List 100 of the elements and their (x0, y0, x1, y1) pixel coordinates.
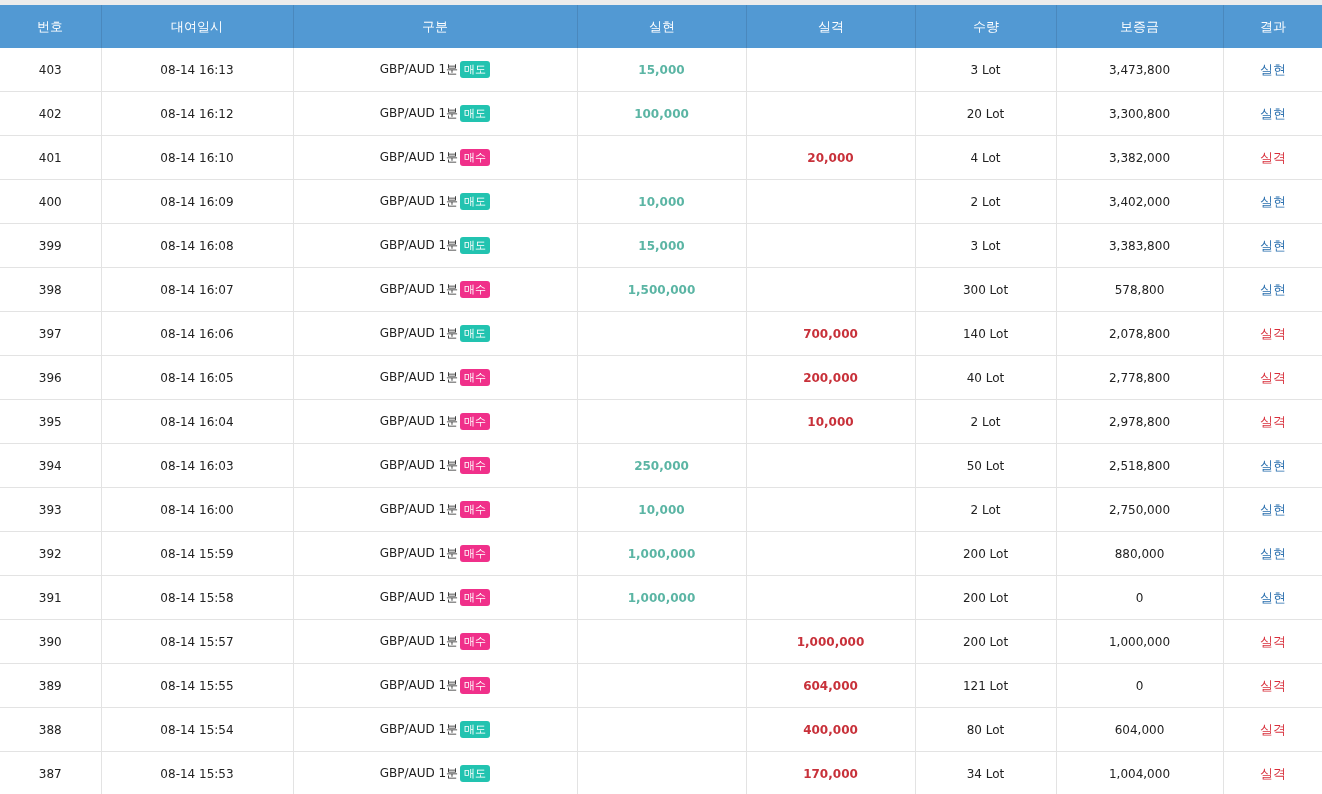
table-cell: 4 Lot (970, 150, 1001, 165)
side-badge: 매수 (460, 457, 491, 474)
product-label: GBP/AUD 1분 (379, 370, 459, 384)
profit-amount: 250,000 (634, 458, 689, 473)
table-cell: 1,000,000 (1108, 634, 1171, 649)
product-label: GBP/AUD 1분 (379, 546, 459, 560)
result-label: 실현 (1259, 457, 1286, 473)
table-cell: 200 Lot (962, 590, 1009, 605)
table-cell: 08-14 16:10 (160, 150, 234, 165)
table-cell: 604,000 (1114, 722, 1165, 737)
side-badge: 매수 (460, 589, 491, 606)
result-label: 실현 (1259, 237, 1286, 253)
loss-amount: 10,000 (807, 414, 854, 429)
table-cell: 391 (38, 590, 62, 605)
table-cell: 80 Lot (966, 722, 1005, 737)
table-cell: 388 (38, 722, 62, 737)
table-cell: 08-14 16:04 (160, 414, 234, 429)
table-cell: 0 (1135, 678, 1144, 693)
column-header: 결과 (1223, 5, 1322, 48)
table-cell: 390 (38, 634, 62, 649)
side-badge: 매수 (460, 369, 491, 386)
profit-amount: 10,000 (638, 502, 685, 517)
result-label: 실현 (1259, 589, 1286, 605)
column-header: 수량 (915, 5, 1056, 48)
product-label: GBP/AUD 1분 (379, 766, 459, 780)
result-label: 실격 (1259, 325, 1286, 341)
table-cell: 200 Lot (962, 546, 1009, 561)
side-badge: 매도 (460, 105, 491, 122)
table-cell: 121 Lot (962, 678, 1009, 693)
side-badge: 매도 (460, 765, 491, 782)
result-label: 실현 (1259, 501, 1286, 517)
profit-amount: 15,000 (638, 62, 685, 77)
product-label: GBP/AUD 1분 (379, 414, 459, 428)
table-cell: 392 (38, 546, 62, 561)
result-label: 실격 (1259, 149, 1286, 165)
product-label: GBP/AUD 1분 (379, 590, 459, 604)
table-cell: 399 (38, 238, 62, 253)
product-label: GBP/AUD 1분 (379, 106, 459, 120)
product-label: GBP/AUD 1분 (379, 194, 459, 208)
table-cell: 394 (38, 458, 62, 473)
table-cell: 08-14 16:06 (160, 326, 234, 341)
result-label: 실격 (1259, 677, 1286, 693)
loss-amount: 20,000 (807, 150, 854, 165)
table-cell: 08-14 16:00 (160, 502, 234, 517)
table-cell: 395 (38, 414, 62, 429)
side-badge: 매도 (460, 325, 491, 342)
table-cell: 3,382,000 (1108, 150, 1171, 165)
table-cell: 140 Lot (962, 326, 1009, 341)
table-cell: 2,078,800 (1108, 326, 1171, 341)
side-badge: 매도 (460, 61, 491, 78)
table-cell: 300 Lot (962, 282, 1009, 297)
profit-amount: 10,000 (638, 194, 685, 209)
table-cell: 08-14 15:57 (160, 634, 234, 649)
product-label: GBP/AUD 1분 (379, 150, 459, 164)
column-header: 실격 (746, 5, 915, 48)
product-label: GBP/AUD 1분 (379, 678, 459, 692)
table-cell: 880,000 (1114, 546, 1165, 561)
product-label: GBP/AUD 1분 (379, 722, 459, 736)
result-label: 실현 (1259, 105, 1286, 121)
table-cell: 3 Lot (970, 238, 1001, 253)
table-cell: 2 Lot (970, 194, 1001, 209)
column-header: 보증금 (1056, 5, 1223, 48)
table-cell: 2 Lot (970, 502, 1001, 517)
table-cell: 3,473,800 (1108, 62, 1171, 77)
profit-amount: 15,000 (638, 238, 685, 253)
column-header: 구분 (293, 5, 577, 48)
loss-amount: 1,000,000 (796, 634, 865, 649)
table-cell: 2,978,800 (1108, 414, 1171, 429)
loss-amount: 200,000 (803, 370, 858, 385)
table-cell: 403 (38, 62, 62, 77)
product-label: GBP/AUD 1분 (379, 238, 459, 252)
side-badge: 매수 (460, 633, 491, 650)
column-header: 대여일시 (101, 5, 293, 48)
table-cell: 3 Lot (970, 62, 1001, 77)
table-cell: 08-14 16:12 (160, 106, 234, 121)
product-label: GBP/AUD 1분 (379, 634, 459, 648)
profit-amount: 1,000,000 (627, 546, 696, 561)
side-badge: 매도 (460, 237, 491, 254)
result-label: 실현 (1259, 193, 1286, 209)
table-cell: 393 (38, 502, 62, 517)
side-badge: 매수 (460, 281, 491, 298)
result-label: 실현 (1259, 545, 1286, 561)
result-label: 실격 (1259, 369, 1286, 385)
table-cell: 2,778,800 (1108, 370, 1171, 385)
table-cell: 50 Lot (966, 458, 1005, 473)
product-label: GBP/AUD 1분 (379, 282, 459, 296)
table-cell: 2 Lot (970, 414, 1001, 429)
table-cell: 08-14 16:13 (160, 62, 234, 77)
result-label: 실격 (1259, 413, 1286, 429)
table-cell: 398 (38, 282, 62, 297)
table-cell: 1,004,000 (1108, 766, 1171, 781)
table-cell: 200 Lot (962, 634, 1009, 649)
table-cell: 08-14 15:53 (160, 766, 234, 781)
table-cell: 396 (38, 370, 62, 385)
table-cell: 40 Lot (966, 370, 1005, 385)
table-cell: 3,383,800 (1108, 238, 1171, 253)
column-header: 번호 (0, 5, 101, 48)
product-label: GBP/AUD 1분 (379, 62, 459, 76)
loss-amount: 604,000 (803, 678, 858, 693)
profit-amount: 100,000 (634, 106, 689, 121)
